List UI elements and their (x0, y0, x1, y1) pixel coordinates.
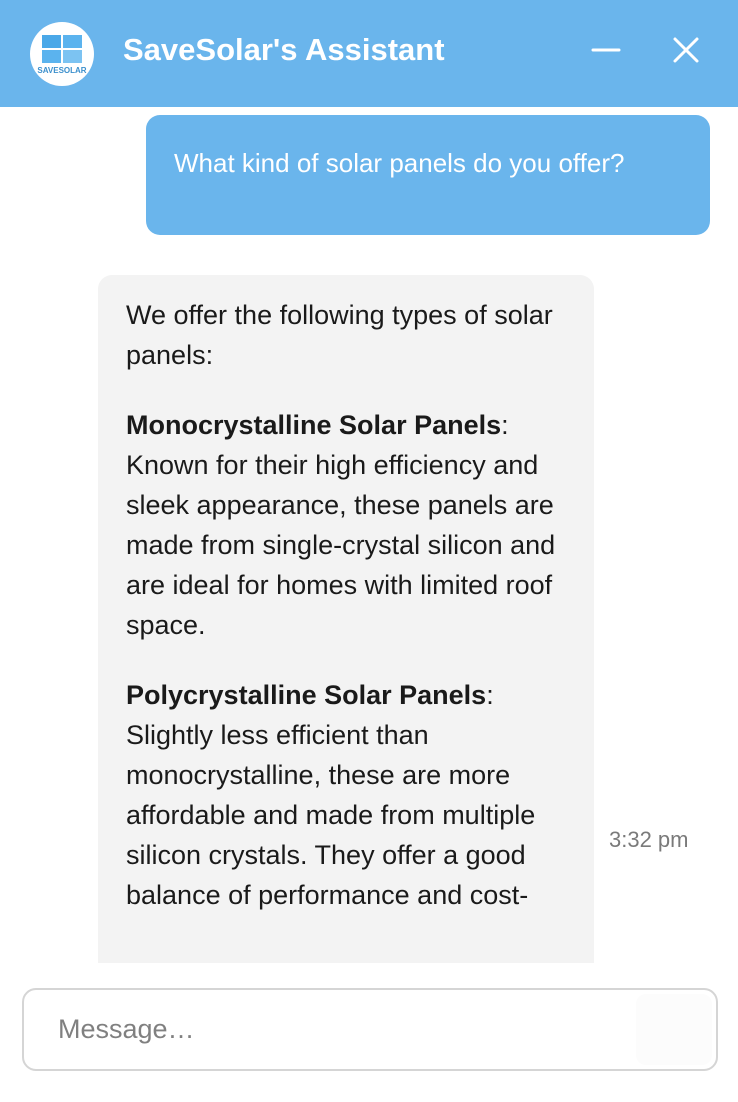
panel-type-item: Monocrystalline Solar Panels: Known for t… (126, 410, 556, 640)
panel-type-heading: Polycrystalline Solar Panels (126, 680, 487, 710)
minimize-button[interactable] (586, 30, 626, 70)
close-button[interactable] (666, 30, 706, 70)
message-list[interactable]: What kind of solar panels do you offer? … (0, 107, 738, 963)
panel-type-heading: Monocrystalline Solar Panels (126, 410, 502, 440)
message-input[interactable] (42, 990, 632, 1069)
chat-title: SaveSolar's Assistant (123, 32, 445, 67)
chat-header: SAVESOLAR SaveSolar's Assistant (0, 0, 738, 107)
send-button[interactable] (636, 994, 712, 1065)
logo-text: SAVESOLAR (37, 66, 87, 75)
message-timestamp: 3:32 pm (609, 827, 689, 852)
minimize-icon (591, 48, 621, 52)
panel-type-description: Known for their high efficiency and slee… (126, 450, 556, 640)
close-icon (673, 37, 699, 63)
assistant-intro: We offer the following types of solar pa… (126, 300, 553, 370)
user-message-text: What kind of solar panels do you offer? (174, 148, 625, 178)
solar-panel-icon (42, 35, 82, 63)
panel-type-description: Slightly less efficient than monocrystal… (126, 720, 536, 910)
panel-type-item: Polycrystalline Solar Panels: Slightly le… (126, 680, 536, 910)
user-message-bubble: What kind of solar panels do you offer? (146, 115, 710, 235)
savesolar-logo: SAVESOLAR (30, 22, 94, 86)
assistant-message-bubble: We offer the following types of solar pa… (98, 275, 594, 963)
message-composer (22, 988, 718, 1071)
